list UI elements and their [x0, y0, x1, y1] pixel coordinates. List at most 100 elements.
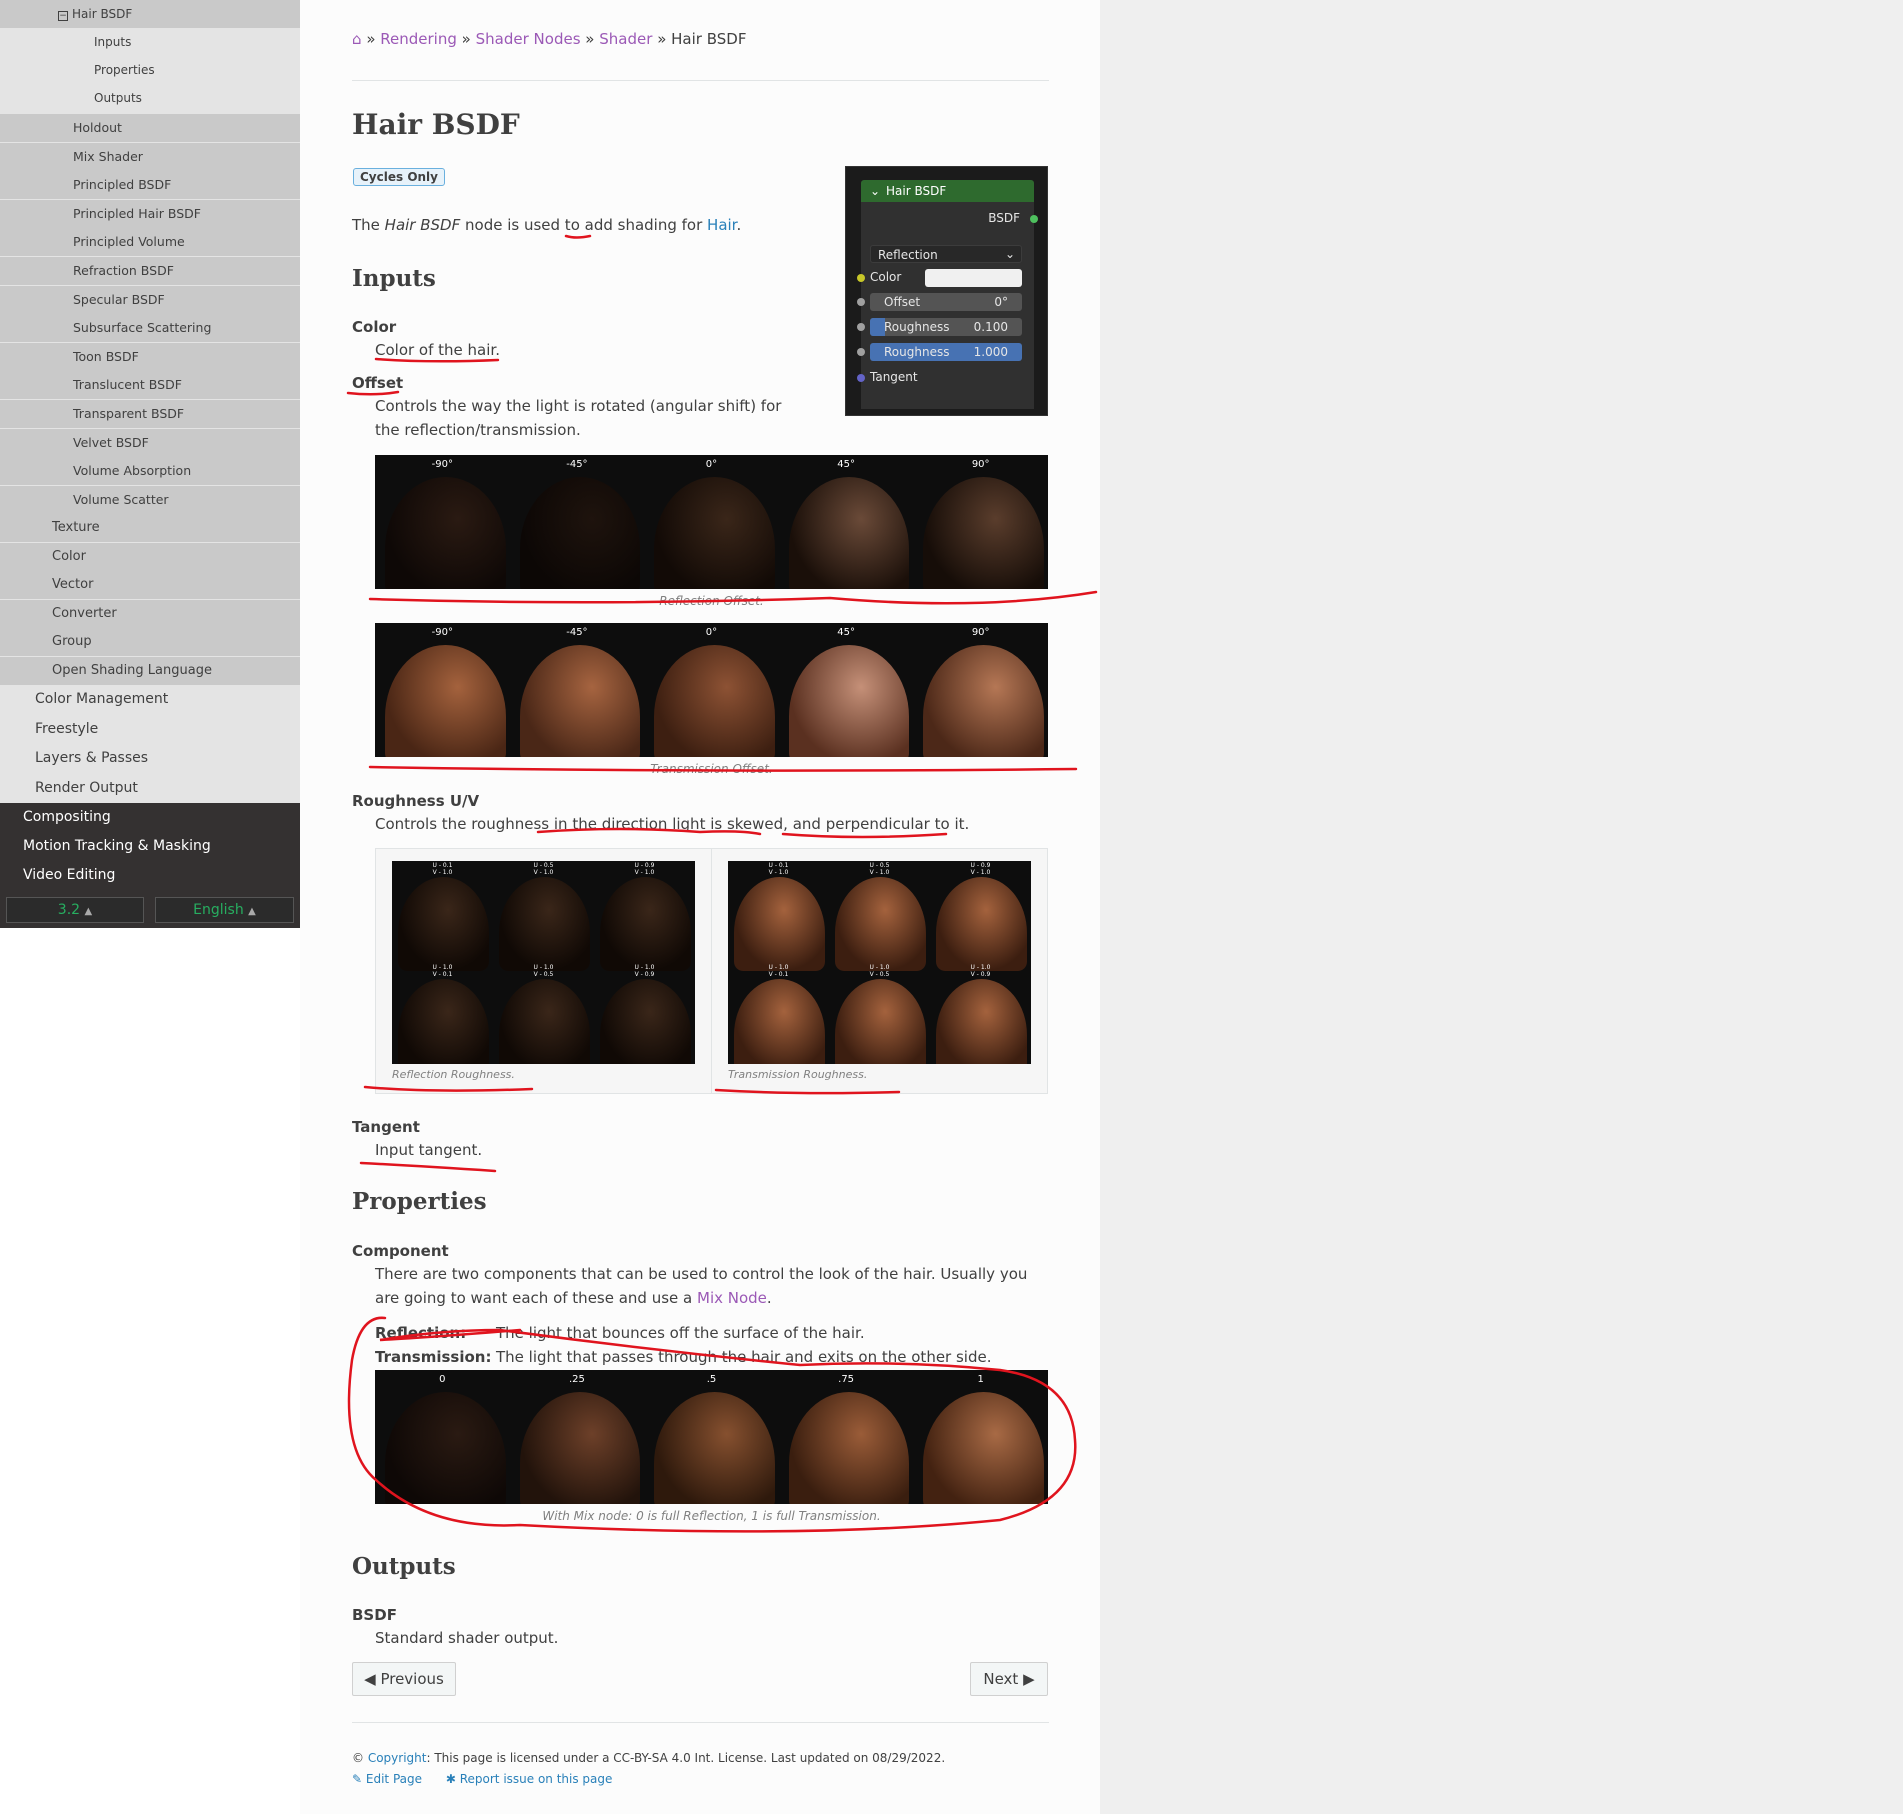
properties-heading: Properties [352, 1188, 487, 1215]
copyright-symbol: © [352, 1751, 364, 1765]
sidebar-item-rendering[interactable]: Layers & Passes [0, 744, 300, 772]
roughness-u-label: Roughness [884, 320, 950, 334]
sidebar-item-shader[interactable]: Principled Volume [0, 228, 300, 257]
report-issue-link[interactable]: ✱ Report issue on this page [446, 1772, 613, 1786]
breadcrumb-shader-nodes[interactable]: Shader Nodes [476, 30, 581, 48]
output-socket[interactable] [1030, 215, 1038, 223]
intro-a: The [352, 216, 385, 234]
node-header: ⌄ Hair BSDF [861, 180, 1034, 202]
edit-page-link[interactable]: ✎ Edit Page [352, 1772, 422, 1786]
sidebar-item-rendering[interactable]: Render Output [0, 773, 300, 802]
sidebar-item-shader[interactable]: Principled BSDF [0, 171, 300, 200]
offset-desc: Controls the way the light is rotated (a… [375, 397, 782, 439]
sidebar-item-node-category[interactable]: Color [0, 542, 300, 571]
hair-bsdf-node-image: ⌄ Hair BSDF BSDF Reflection ⌄ Color Offset… [845, 166, 1048, 416]
sidebar-item-hair-bsdf[interactable]: − Hair BSDF [0, 0, 300, 28]
roughness-label: U - 0.5 V - 1.0 [869, 862, 890, 876]
inputs-heading: Inputs [352, 265, 436, 292]
hair-label: 0° [705, 459, 718, 470]
cycles-only-badge: Cycles Only [353, 168, 445, 186]
tangent-socket[interactable] [857, 374, 865, 382]
sidebar-item-shader[interactable]: Mix Shader [0, 142, 300, 171]
sidebar-item-shader[interactable]: Velvet BSDF [0, 428, 300, 457]
sidebar-item-shader[interactable]: Volume Scatter [0, 485, 300, 514]
previous-button[interactable]: ◀ Previous [352, 1662, 456, 1696]
hair-render [398, 978, 489, 1064]
sidebar-item-shader[interactable]: Toon BSDF [0, 342, 300, 371]
roughness-u-field[interactable]: Roughness 0.100 [870, 318, 1022, 336]
mix-image: 0 .25 .5 .75 1 [375, 1370, 1048, 1504]
roughness-label: U - 1.0 V - 0.9 [634, 963, 655, 978]
hair-label: -90° [431, 627, 453, 638]
color-desc: Color of the hair. [375, 341, 500, 359]
sidebar: − Hair BSDF Inputs Properties Outputs Hol… [0, 0, 300, 928]
roughness-figure: U - 0.1 V - 1.0 U - 0.5 V - 1.0 U - 0.9 V … [375, 848, 1048, 1094]
bsdf-term: BSDF [352, 1606, 397, 1624]
caret-up-icon: ▲ [248, 906, 256, 917]
main-content: ⌂ » Rendering » Shader Nodes » Shader » … [300, 0, 1100, 1814]
sidebar-item-node-category[interactable]: Converter [0, 599, 300, 628]
roughness-v-field[interactable]: Roughness 1.000 [870, 343, 1022, 361]
hair-label: 45° [837, 627, 855, 638]
hair-render [788, 477, 910, 589]
color-socket[interactable] [857, 274, 865, 282]
roughness-label: U - 1.0 V - 0.1 [768, 963, 789, 978]
sidebar-item-outputs[interactable]: Outputs [0, 84, 300, 112]
sidebar-item-rendering[interactable]: Freestyle [0, 714, 300, 743]
next-button[interactable]: Next ▶ [970, 1662, 1048, 1696]
color-swatch[interactable] [925, 269, 1022, 287]
sidebar-item-shader[interactable]: Refraction BSDF [0, 257, 300, 285]
sidebar-item-inputs[interactable]: Inputs [0, 28, 300, 56]
sidebar-item-shader[interactable]: Holdout [0, 114, 300, 142]
arrow-right-circle-icon: ▶ [1023, 1670, 1035, 1688]
roughness-v-label: Roughness [884, 345, 950, 359]
sidebar-item-shader[interactable]: Principled Hair BSDF [0, 199, 300, 228]
hair-render [923, 1392, 1044, 1504]
divider [352, 80, 1049, 81]
hair-label: -45° [566, 627, 588, 638]
transmission-roughness-caption: Transmission Roughness. [728, 1068, 868, 1081]
figure-divider [711, 849, 712, 1093]
mix-node-link[interactable]: Mix Node [697, 1289, 767, 1307]
hair-render [499, 877, 590, 971]
offset-field[interactable]: Offset 0° [870, 293, 1022, 311]
sidebar-item-shader[interactable]: Specular BSDF [0, 285, 300, 314]
sidebar-item-shader[interactable]: Volume Absorption [0, 457, 300, 486]
collapse-icon[interactable]: − [58, 11, 68, 21]
sidebar-item-node-category[interactable]: Open Shading Language [0, 657, 300, 685]
bsdf-desc: Standard shader output. [375, 1629, 559, 1647]
sidebar-item-shader[interactable]: Transparent BSDF [0, 400, 300, 428]
breadcrumb-rendering[interactable]: Rendering [380, 30, 457, 48]
breadcrumb-sep: » [585, 30, 595, 48]
sidebar-item-node-category[interactable]: Texture [0, 514, 300, 542]
hair-render [734, 978, 825, 1064]
hair-render [654, 645, 775, 757]
roughness-u-socket[interactable] [857, 323, 865, 331]
breadcrumb-shader[interactable]: Shader [599, 30, 652, 48]
language-switcher[interactable]: English ▲ [155, 897, 294, 923]
reflection-field-text: The light that bounces off the surface o… [496, 1324, 865, 1342]
sidebar-item-compositing[interactable]: Compositing [0, 803, 300, 832]
report-label: Report issue on this page [459, 1772, 613, 1786]
copyright-link[interactable]: Copyright [368, 1751, 427, 1765]
sidebar-item-rendering[interactable]: Color Management [0, 685, 300, 713]
component-dropdown[interactable]: Reflection ⌄ [870, 245, 1022, 263]
sidebar-item-video-editing[interactable]: Video Editing [0, 861, 300, 890]
version-switcher[interactable]: 3.2 ▲ [6, 897, 144, 923]
hair-link[interactable]: Hair [707, 216, 736, 234]
sidebar-item-properties[interactable]: Properties [0, 56, 300, 84]
reflection-roughness-image: U - 0.1 V - 1.0 U - 0.5 V - 1.0 U - 0.9 V … [392, 861, 695, 1064]
sidebar-item-node-category[interactable]: Group [0, 628, 300, 657]
footer-divider [352, 1722, 1049, 1723]
roughness-v-socket[interactable] [857, 348, 865, 356]
home-icon[interactable]: ⌂ [352, 30, 362, 48]
transmission-field-label: Transmission: [375, 1348, 492, 1366]
sidebar-item-shader[interactable]: Subsurface Scattering [0, 314, 300, 343]
offset-socket[interactable] [857, 298, 865, 306]
hair-render [385, 645, 506, 757]
hair-render [519, 645, 641, 757]
sidebar-item-shader[interactable]: Translucent BSDF [0, 371, 300, 400]
sidebar-item-motion-tracking[interactable]: Motion Tracking & Masking [0, 832, 300, 861]
breadcrumb-sep: » [657, 30, 667, 48]
sidebar-item-node-category[interactable]: Vector [0, 571, 300, 600]
